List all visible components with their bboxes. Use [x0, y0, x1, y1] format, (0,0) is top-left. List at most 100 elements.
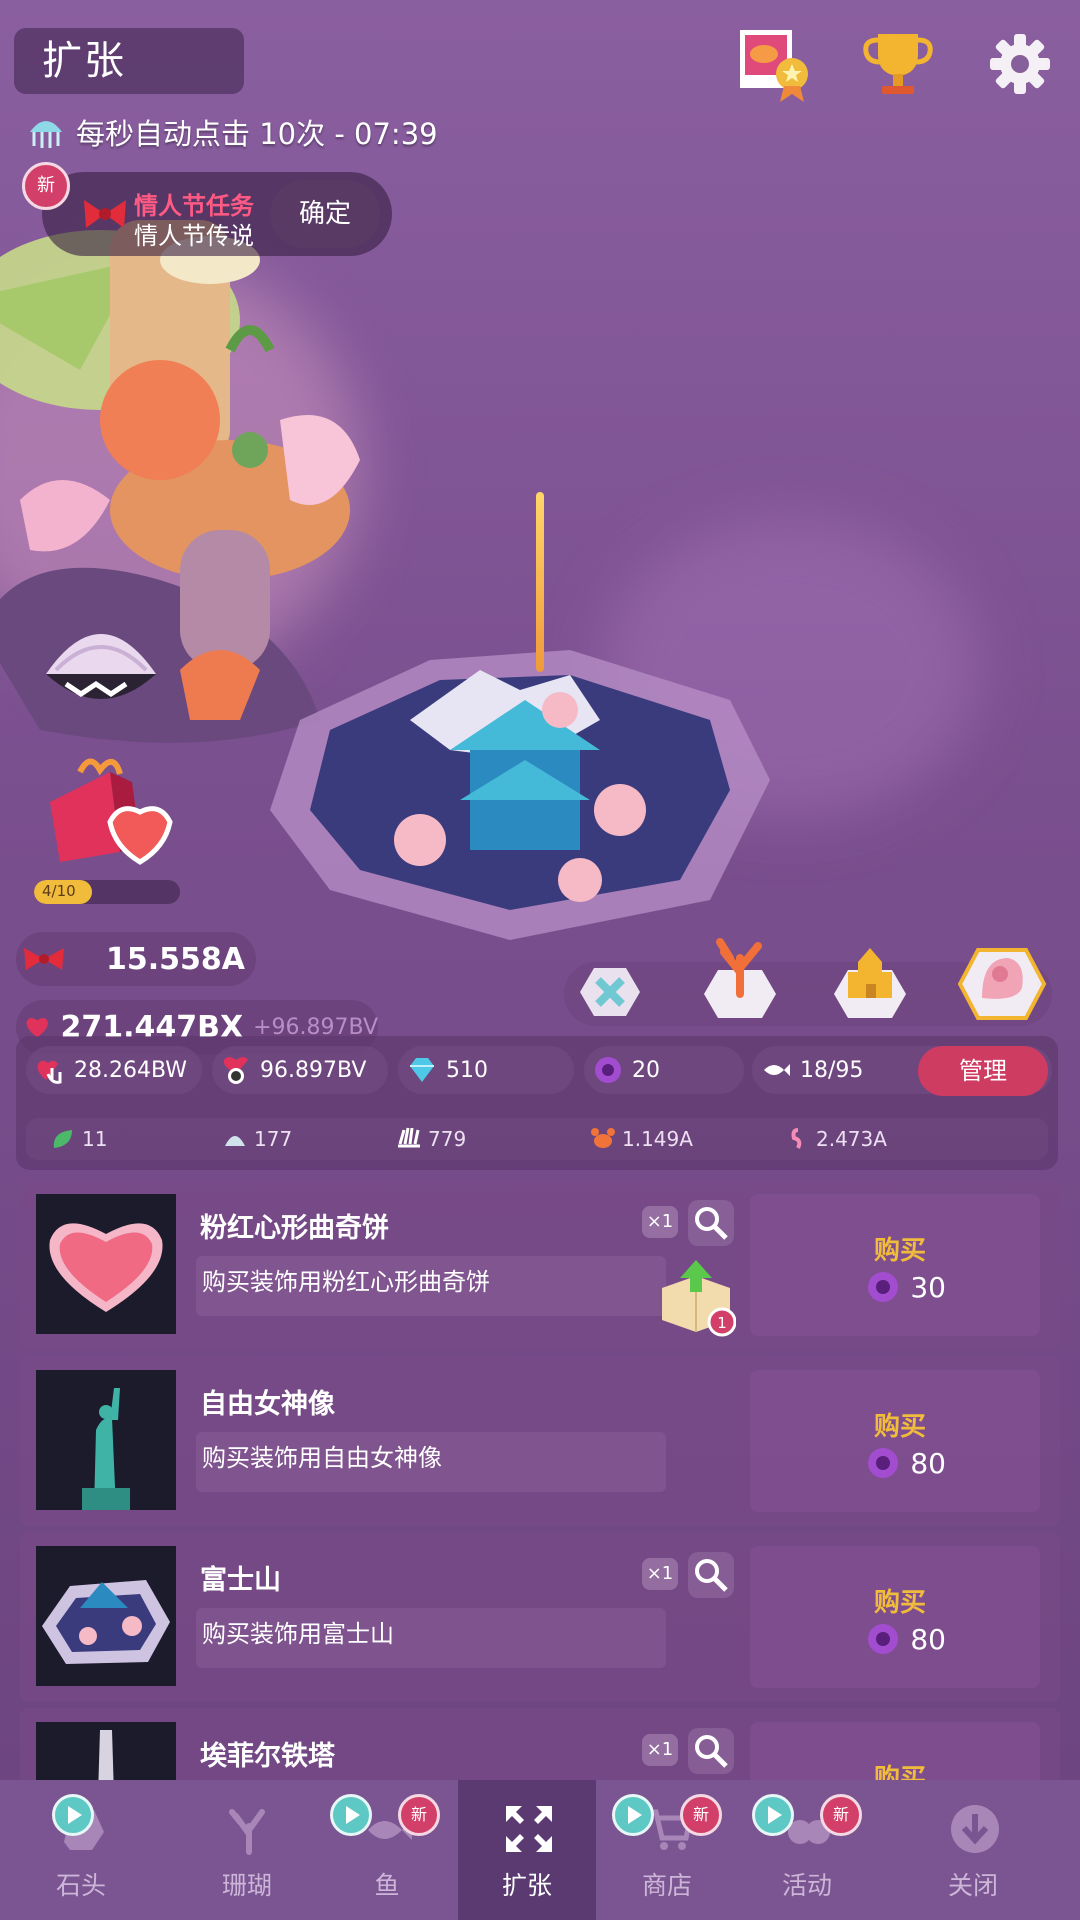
valentine-quest[interactable]: 新 情人节任务 情人节传说 确定: [22, 162, 392, 256]
flamingo-stat: 2.473A: [784, 1124, 887, 1154]
eiffel-tower-thumbnail: [36, 1722, 176, 1780]
valentine-gift-icon[interactable]: [40, 752, 180, 872]
price: 30: [866, 1270, 946, 1304]
auto-click-status: 每秒自动点击 10次 - 07:39: [26, 110, 438, 154]
clam-shell-icon[interactable]: [36, 614, 166, 724]
buy-button[interactable]: 购买 30: [750, 1194, 1040, 1336]
price-value: 80: [910, 1446, 946, 1480]
settings-gear-icon[interactable]: [980, 24, 1060, 104]
box-badge: 1: [717, 1314, 727, 1332]
item-count: ×1: [642, 1558, 678, 1590]
fish-value: 18/95: [800, 1057, 864, 1083]
shop-item[interactable]: 富士山 购买装饰用富士山 ×1 购买 80: [20, 1532, 1060, 1702]
pearl-icon: [868, 1272, 899, 1302]
preview-search-icon[interactable]: [688, 1728, 734, 1774]
price: 80: [866, 1446, 946, 1480]
buy-label: 购买: [873, 1764, 926, 1780]
preview-search-icon[interactable]: [688, 1200, 734, 1246]
bow-icon: [84, 200, 126, 228]
album-icon[interactable]: [736, 24, 816, 104]
video-play-icon[interactable]: [752, 1794, 794, 1836]
heart-per-sec-value: 96.897BV: [260, 1057, 367, 1083]
shop-item[interactable]: 粉红心形曲奇饼 购买装饰用粉红心形曲奇饼 ×1 1 购买 30: [20, 1180, 1060, 1350]
new-badge: 新: [680, 1794, 722, 1836]
item-count: ×1: [642, 1206, 678, 1238]
expand-category-icon[interactable]: [564, 946, 656, 1038]
new-badge: 新: [820, 1794, 862, 1836]
buy-button[interactable]: 购买 80: [750, 1370, 1040, 1512]
leaf-stat: 11: [50, 1124, 107, 1154]
heart-per-sec-stat: 96.897BV: [212, 1046, 388, 1094]
manage-button[interactable]: 管理: [918, 1046, 1048, 1096]
video-play-icon[interactable]: [330, 1794, 372, 1836]
mount-fuji-thumbnail: [36, 1546, 176, 1686]
item-name: 自由女神像: [200, 1389, 335, 1420]
fuji-plot[interactable]: [270, 640, 770, 940]
item-desc: 购买装饰用自由女神像: [202, 1444, 442, 1472]
castle-category-icon[interactable]: [824, 928, 916, 1020]
nav-stone[interactable]: 石头: [12, 1780, 150, 1920]
ribbon-amount: 15.558A: [106, 941, 245, 977]
pearls-stat: 20: [584, 1046, 744, 1094]
flamingo-icon: [791, 1128, 802, 1149]
preview-search-icon[interactable]: [688, 1552, 734, 1598]
timer-heart-icon: [223, 1057, 248, 1084]
gift-progress-bar: 4/10: [34, 880, 180, 904]
buy-button[interactable]: 购买 80: [750, 1546, 1040, 1688]
diamond-icon: [410, 1058, 434, 1082]
shop-item[interactable]: 埃菲尔铁塔 ×1 购买: [20, 1708, 1060, 1780]
item-name: 粉红心形曲奇饼: [200, 1213, 389, 1244]
jellyfish-icon: [30, 121, 62, 148]
nav-events[interactable]: 新 活动: [738, 1780, 876, 1920]
pearl-icon: [595, 1057, 621, 1083]
coral-icon: [229, 1809, 265, 1855]
statue-category-icon[interactable]: [952, 928, 1052, 1028]
video-play-icon[interactable]: [612, 1794, 654, 1836]
nav-label: 鱼: [374, 1871, 400, 1900]
stats-panel: 28.264BW 96.897BV 510 20 18/95 管理 11 177…: [16, 1036, 1058, 1170]
pearls-value: 20: [632, 1057, 660, 1083]
buy-label: 购买: [873, 1236, 926, 1266]
gift-progress-text: 4/10: [42, 882, 76, 900]
price: 80: [866, 1622, 946, 1656]
buy-label: 购买: [873, 1412, 926, 1442]
item-name: 富士山: [200, 1565, 281, 1596]
resource-row: 11 177 779 1.149A 2.473A: [26, 1118, 1048, 1160]
storage-box-icon[interactable]: 1: [656, 1258, 736, 1338]
buy-button[interactable]: 购买: [750, 1722, 1040, 1780]
pearl-icon: [868, 1448, 899, 1478]
flamingo-value: 2.473A: [816, 1127, 887, 1151]
nav-fish[interactable]: 新 鱼: [318, 1780, 456, 1920]
heart-per-tap-stat: 28.264BW: [26, 1046, 202, 1094]
auto-click-text: 每秒自动点击 10次 - 07:39: [76, 117, 438, 151]
nav-label: 关闭: [947, 1871, 998, 1900]
tap-heart-icon: [37, 1060, 62, 1084]
nav-close[interactable]: 关闭: [904, 1780, 1042, 1920]
trophy-icon[interactable]: [858, 24, 938, 104]
video-play-icon[interactable]: [52, 1794, 94, 1836]
nav-expand[interactable]: 扩张: [458, 1780, 596, 1920]
shell-stat: 177: [222, 1124, 292, 1154]
new-badge: 新: [22, 162, 70, 210]
nav-coral[interactable]: 珊瑚: [178, 1780, 316, 1920]
heart-cookie-thumbnail: [36, 1194, 176, 1334]
gems-stat: 510: [398, 1046, 574, 1094]
new-badge: 新: [398, 1794, 440, 1836]
light-beam: [536, 492, 544, 672]
nav-shop[interactable]: 新 商店: [598, 1780, 736, 1920]
crab-icon: [591, 1128, 615, 1148]
coral-category-icon[interactable]: [694, 928, 786, 1020]
crab-stat: 1.149A: [590, 1124, 693, 1154]
shop-item[interactable]: 自由女神像 购买装饰用自由女神像 购买 80: [20, 1356, 1060, 1526]
page-title: 扩张: [14, 28, 244, 94]
urchin-icon: [398, 1127, 420, 1148]
item-desc: 购买装饰用粉红心形曲奇饼: [202, 1268, 490, 1296]
item-count: ×1: [642, 1734, 678, 1766]
nav-label: 活动: [781, 1871, 832, 1900]
gems-value: 510: [446, 1057, 488, 1083]
close-down-arrow-icon: [951, 1805, 999, 1853]
item-desc: 购买装饰用富士山: [202, 1620, 394, 1648]
bottom-nav: 石头 珊瑚 新 鱼 扩张 新 商店 新 活动 关闭: [0, 1780, 1080, 1920]
quest-confirm-button[interactable]: 确定: [270, 180, 380, 248]
fish-icon: [764, 1064, 790, 1076]
